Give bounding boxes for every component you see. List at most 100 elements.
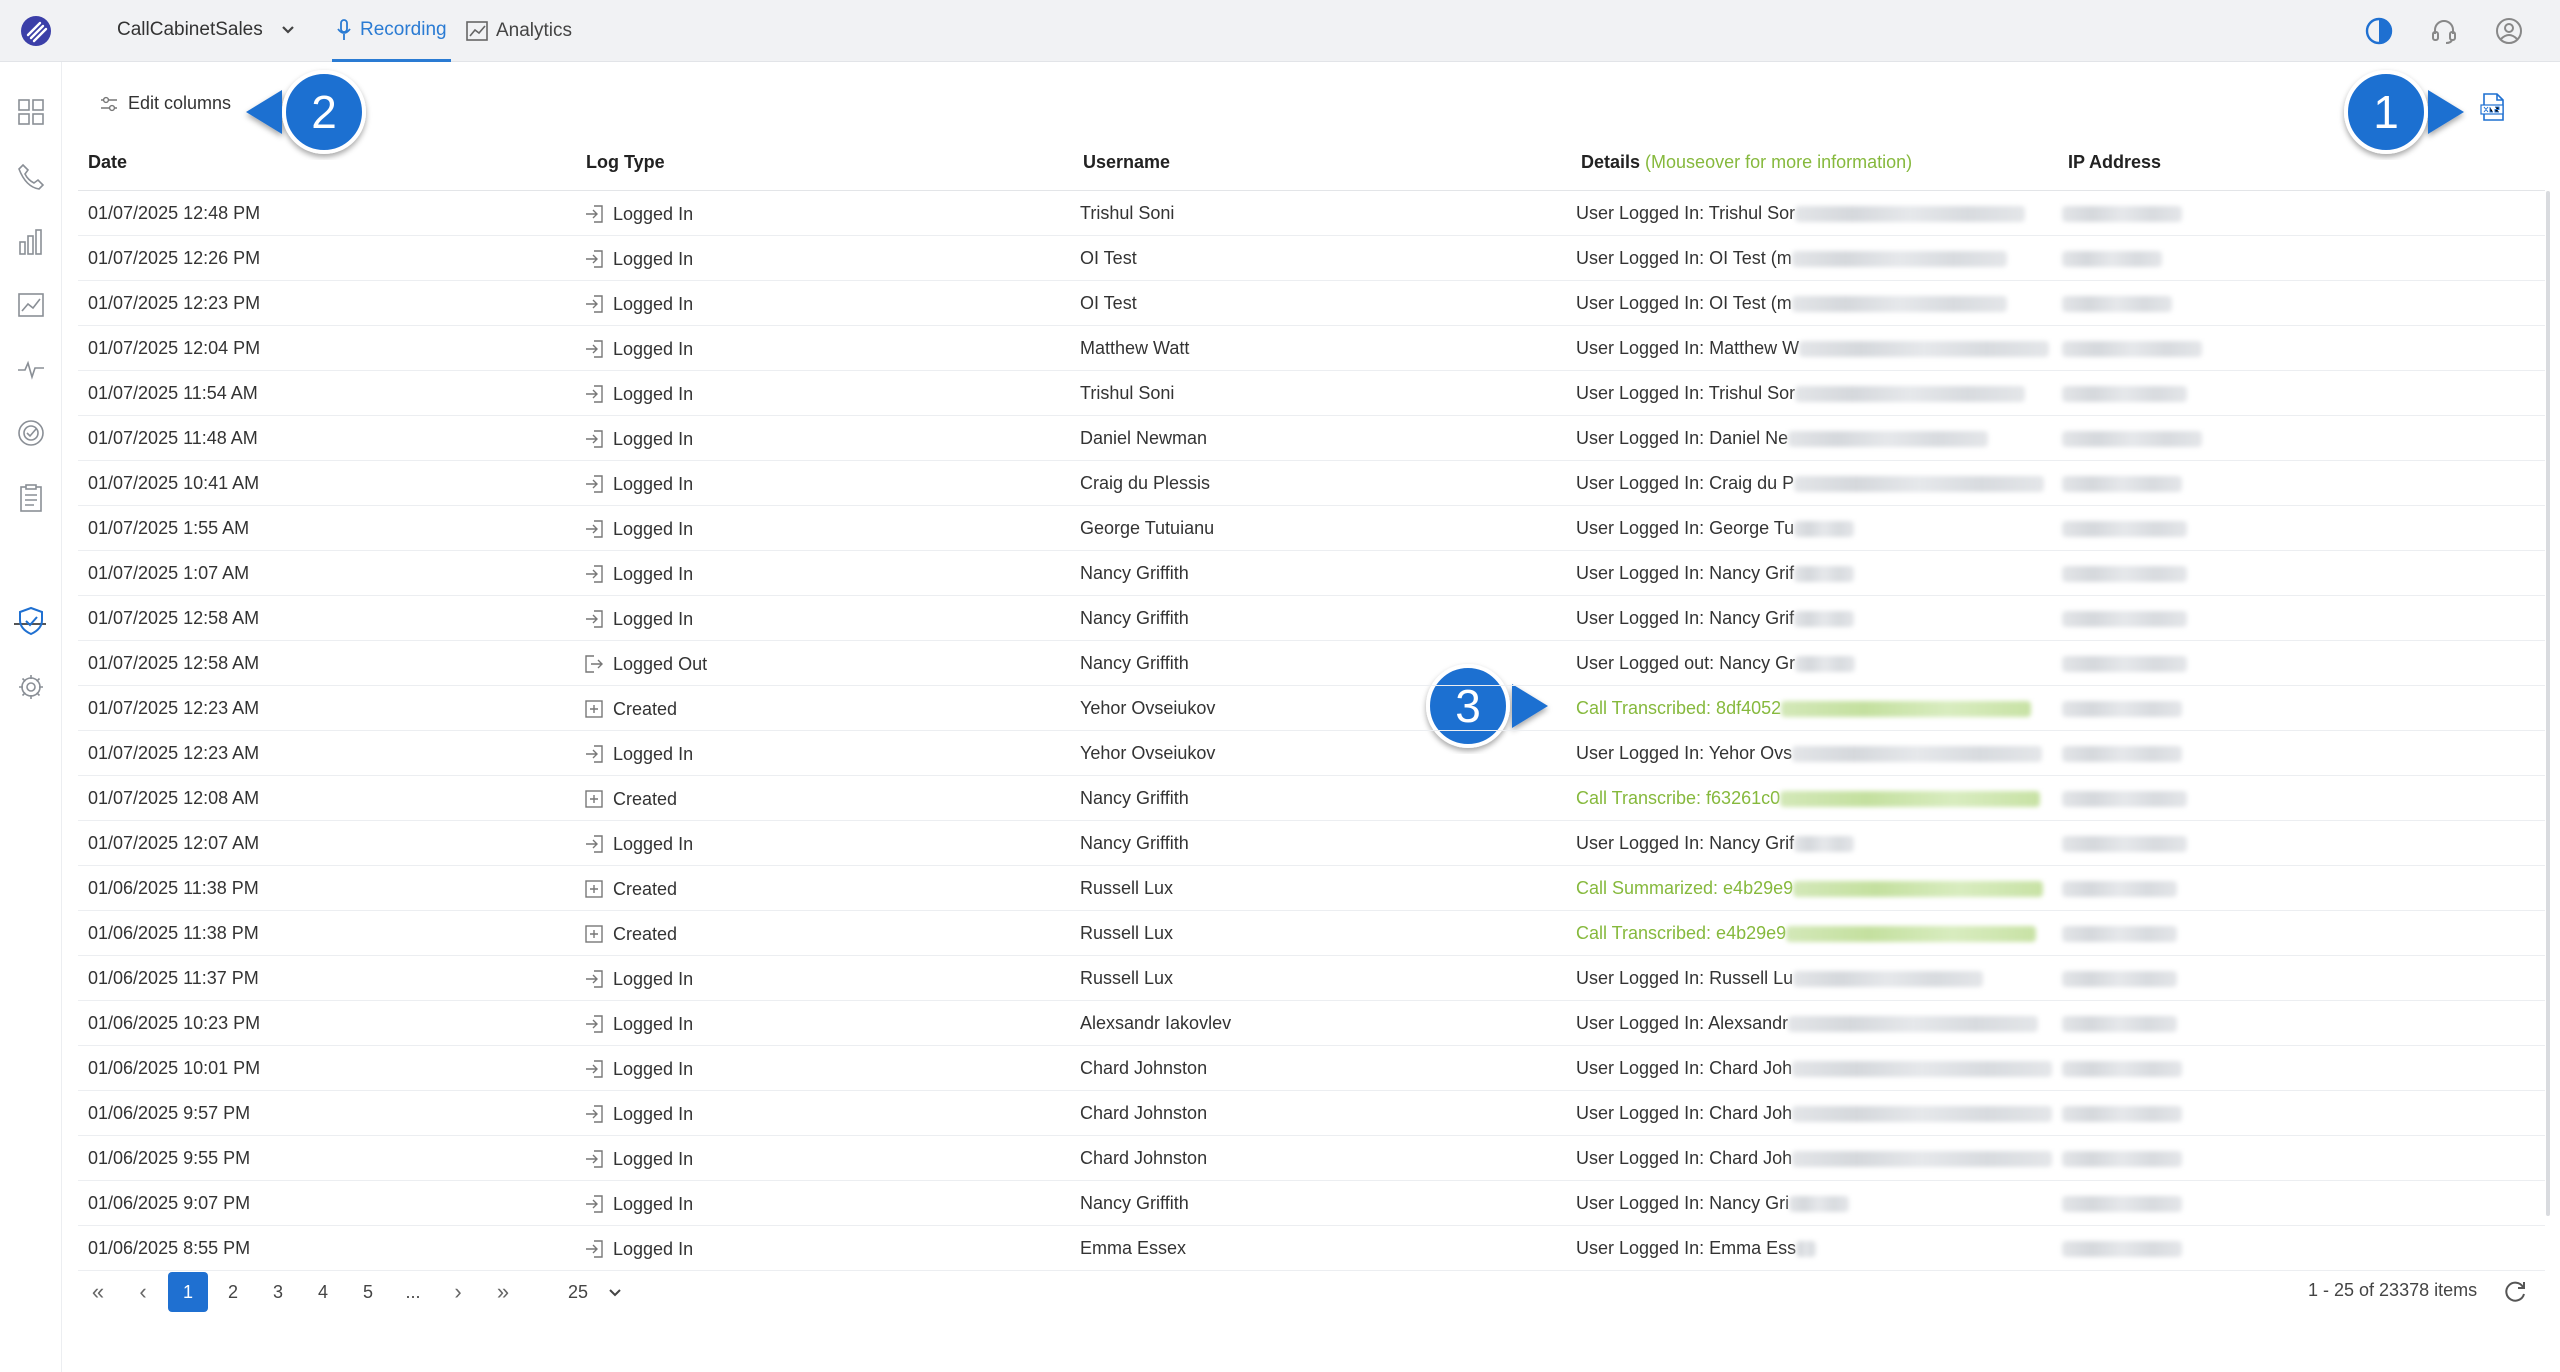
- login-icon: [584, 204, 604, 224]
- row-details[interactable]: User Logged In: Nancy Gri: [1576, 1181, 1850, 1226]
- export-xlsx-icon[interactable]: [2478, 92, 2508, 122]
- row-details[interactable]: User Logged In: OI Test (m: [1576, 236, 2007, 281]
- row-details[interactable]: User Logged In: Chard Joh: [1576, 1046, 2053, 1091]
- row-ip-address: [2062, 1046, 2182, 1091]
- user-account-icon[interactable]: [2494, 16, 2524, 46]
- row-details[interactable]: User Logged In: Matthew W: [1576, 326, 2050, 371]
- login-icon: [584, 474, 604, 494]
- row-date: 01/07/2025 12:58 AM: [88, 653, 260, 673]
- table-row[interactable]: 01/06/2025 9:55 PM Logged In Chard Johnsto…: [78, 1136, 2545, 1181]
- row-details[interactable]: User Logged In: Nancy Grif: [1576, 551, 1855, 596]
- table-row[interactable]: 01/07/2025 12:23 AM Created Yehor Ovseiuko…: [78, 686, 2545, 731]
- theme-contrast-icon[interactable]: [2364, 16, 2394, 46]
- table-row[interactable]: 01/06/2025 11:37 PM Logged In Russell Lux U…: [78, 956, 2545, 1001]
- row-details[interactable]: User Logged In: Nancy Grif: [1576, 596, 1855, 641]
- table-row[interactable]: 01/07/2025 1:55 AM Logged In George Tutuia…: [78, 506, 2545, 551]
- page-button-ellipsis[interactable]: ...: [393, 1272, 433, 1312]
- page-button-2[interactable]: 2: [213, 1272, 253, 1312]
- page-button-4[interactable]: 4: [303, 1272, 343, 1312]
- microphone-icon: [337, 18, 351, 40]
- table-scrollbar[interactable]: [2546, 191, 2550, 1216]
- table-row[interactable]: 01/06/2025 10:01 PM Logged In Chard Johnst…: [78, 1046, 2545, 1091]
- row-details[interactable]: User Logged In: Yehor Ovs: [1576, 731, 2043, 776]
- table-row[interactable]: 01/07/2025 1:07 AM Logged In Nancy Griffit…: [78, 551, 2545, 596]
- column-header-details[interactable]: Details (Mouseover for more information): [1581, 145, 1912, 191]
- row-log-type: Logged In: [584, 551, 693, 596]
- row-details[interactable]: User Logged In: Trishul Sor: [1576, 191, 2026, 236]
- workspace-selector[interactable]: CallCabinetSales: [117, 19, 295, 41]
- settings-gear-icon[interactable]: [16, 672, 46, 702]
- row-details[interactable]: User Logged out: Nancy Gr: [1576, 641, 1856, 686]
- refresh-icon[interactable]: [2502, 1279, 2528, 1305]
- table-row[interactable]: 01/07/2025 10:41 AM Logged In Craig du Ple…: [78, 461, 2545, 506]
- row-details[interactable]: User Logged In: Chard Joh: [1576, 1091, 2053, 1136]
- table-row[interactable]: 01/06/2025 11:38 PM Created Russell Lux Cal…: [78, 866, 2545, 911]
- previous-page-button[interactable]: ‹: [123, 1272, 163, 1312]
- trend-chart-icon[interactable]: [16, 290, 46, 320]
- shield-check-icon[interactable]: [16, 606, 46, 636]
- row-details[interactable]: User Logged In: George Tu: [1576, 506, 1855, 551]
- clipboard-icon[interactable]: [16, 483, 46, 513]
- row-details[interactable]: User Logged In: Daniel Ne: [1576, 416, 1989, 461]
- redacted-details: [1799, 341, 2050, 358]
- login-icon: [584, 429, 604, 449]
- table-row[interactable]: 01/06/2025 10:23 PM Logged In Alexsandr Ia…: [78, 1001, 2545, 1046]
- table-row[interactable]: 01/06/2025 9:07 PM Logged In Nancy Griffit…: [78, 1181, 2545, 1226]
- row-details[interactable]: User Logged In: Nancy Grif: [1576, 821, 1855, 866]
- row-details[interactable]: User Logged In: Alexsandr: [1576, 1001, 2039, 1046]
- table-row[interactable]: 01/06/2025 9:57 PM Logged In Chard Johnsto…: [78, 1091, 2545, 1136]
- page-size-select[interactable]: 25: [568, 1282, 622, 1303]
- headset-icon[interactable]: [2429, 16, 2459, 46]
- bar-chart-icon[interactable]: [16, 227, 46, 257]
- tab-recording[interactable]: Recording: [332, 0, 451, 62]
- row-details[interactable]: User Logged In: Craig du P: [1576, 461, 2045, 506]
- row-details[interactable]: Call Transcribed: e4b29e9: [1576, 911, 2037, 956]
- row-date: 01/07/2025 12:07 AM: [88, 833, 260, 853]
- table-row[interactable]: 01/07/2025 12:48 PM Logged In Trishul Soni…: [78, 191, 2545, 236]
- table-row[interactable]: 01/06/2025 8:55 PM Logged In Emma Essex Use…: [78, 1226, 2545, 1271]
- callcabinet-logo-icon[interactable]: [20, 15, 52, 47]
- column-header-username[interactable]: Username: [1083, 145, 1170, 191]
- table-row[interactable]: 01/07/2025 12:08 AM Created Nancy Griffith…: [78, 776, 2545, 821]
- table-row[interactable]: 01/07/2025 12:26 PM Logged In OI Test User …: [78, 236, 2545, 281]
- table-row[interactable]: 01/07/2025 12:23 PM Logged In OI Test User …: [78, 281, 2545, 326]
- left-sidebar: [0, 62, 62, 1372]
- edit-columns-button[interactable]: Edit columns: [100, 93, 231, 114]
- tab-analytics[interactable]: Analytics: [466, 0, 572, 62]
- audit-log-table-body: 01/07/2025 12:48 PM Logged In Trishul Soni…: [78, 191, 2545, 1271]
- row-details[interactable]: Call Summarized: e4b29e9: [1576, 866, 2044, 911]
- page-button-1[interactable]: 1: [168, 1272, 208, 1312]
- table-row[interactable]: 01/07/2025 11:48 AM Logged In Daniel Newma…: [78, 416, 2545, 461]
- table-row[interactable]: 01/07/2025 11:54 AM Logged In Trishul Soni…: [78, 371, 2545, 416]
- next-page-button[interactable]: ›: [438, 1272, 478, 1312]
- row-ip-address: [2062, 1181, 2182, 1226]
- column-header-date[interactable]: Date: [88, 145, 127, 191]
- page-button-3[interactable]: 3: [258, 1272, 298, 1312]
- row-details[interactable]: User Logged In: Emma Ess: [1576, 1226, 1817, 1271]
- pulse-icon[interactable]: [16, 354, 46, 384]
- table-row[interactable]: 01/07/2025 12:04 PM Logged In Matthew Watt…: [78, 326, 2545, 371]
- row-details[interactable]: Call Transcribe: f63261c0: [1576, 776, 2041, 821]
- table-row[interactable]: 01/07/2025 12:58 AM Logged In Nancy Griffi…: [78, 596, 2545, 641]
- redacted-details: [1792, 1061, 2053, 1078]
- phone-icon[interactable]: [16, 162, 46, 192]
- row-details[interactable]: Call Transcribed: 8df4052: [1576, 686, 2032, 731]
- row-details[interactable]: User Logged In: OI Test (m: [1576, 281, 2007, 326]
- row-details[interactable]: User Logged In: Trishul Sor: [1576, 371, 2026, 416]
- column-header-log-type[interactable]: Log Type: [586, 145, 665, 191]
- row-details[interactable]: User Logged In: Chard Joh: [1576, 1136, 2053, 1181]
- table-row[interactable]: 01/07/2025 12:23 AM Logged In Yehor Ovseiu…: [78, 731, 2545, 776]
- row-details[interactable]: User Logged In: Russell Lu: [1576, 956, 1984, 1001]
- table-row[interactable]: 01/07/2025 12:07 AM Logged In Nancy Griffi…: [78, 821, 2545, 866]
- column-header-ip-address[interactable]: IP Address: [2068, 145, 2161, 191]
- table-row[interactable]: 01/07/2025 12:58 AM Logged Out Nancy Griff…: [78, 641, 2545, 686]
- dashboard-grid-icon[interactable]: [16, 97, 46, 127]
- table-row[interactable]: 01/06/2025 11:38 PM Created Russell Lux Cal…: [78, 911, 2545, 956]
- quality-badge-icon[interactable]: [16, 418, 46, 448]
- page-button-5[interactable]: 5: [348, 1272, 388, 1312]
- row-log-type: Created: [584, 776, 677, 821]
- first-page-button[interactable]: «: [78, 1272, 118, 1312]
- row-details-text: User Logged In: Alexsandr: [1576, 1013, 1789, 1033]
- row-log-type: Logged In: [584, 596, 693, 641]
- last-page-button[interactable]: »: [483, 1272, 523, 1312]
